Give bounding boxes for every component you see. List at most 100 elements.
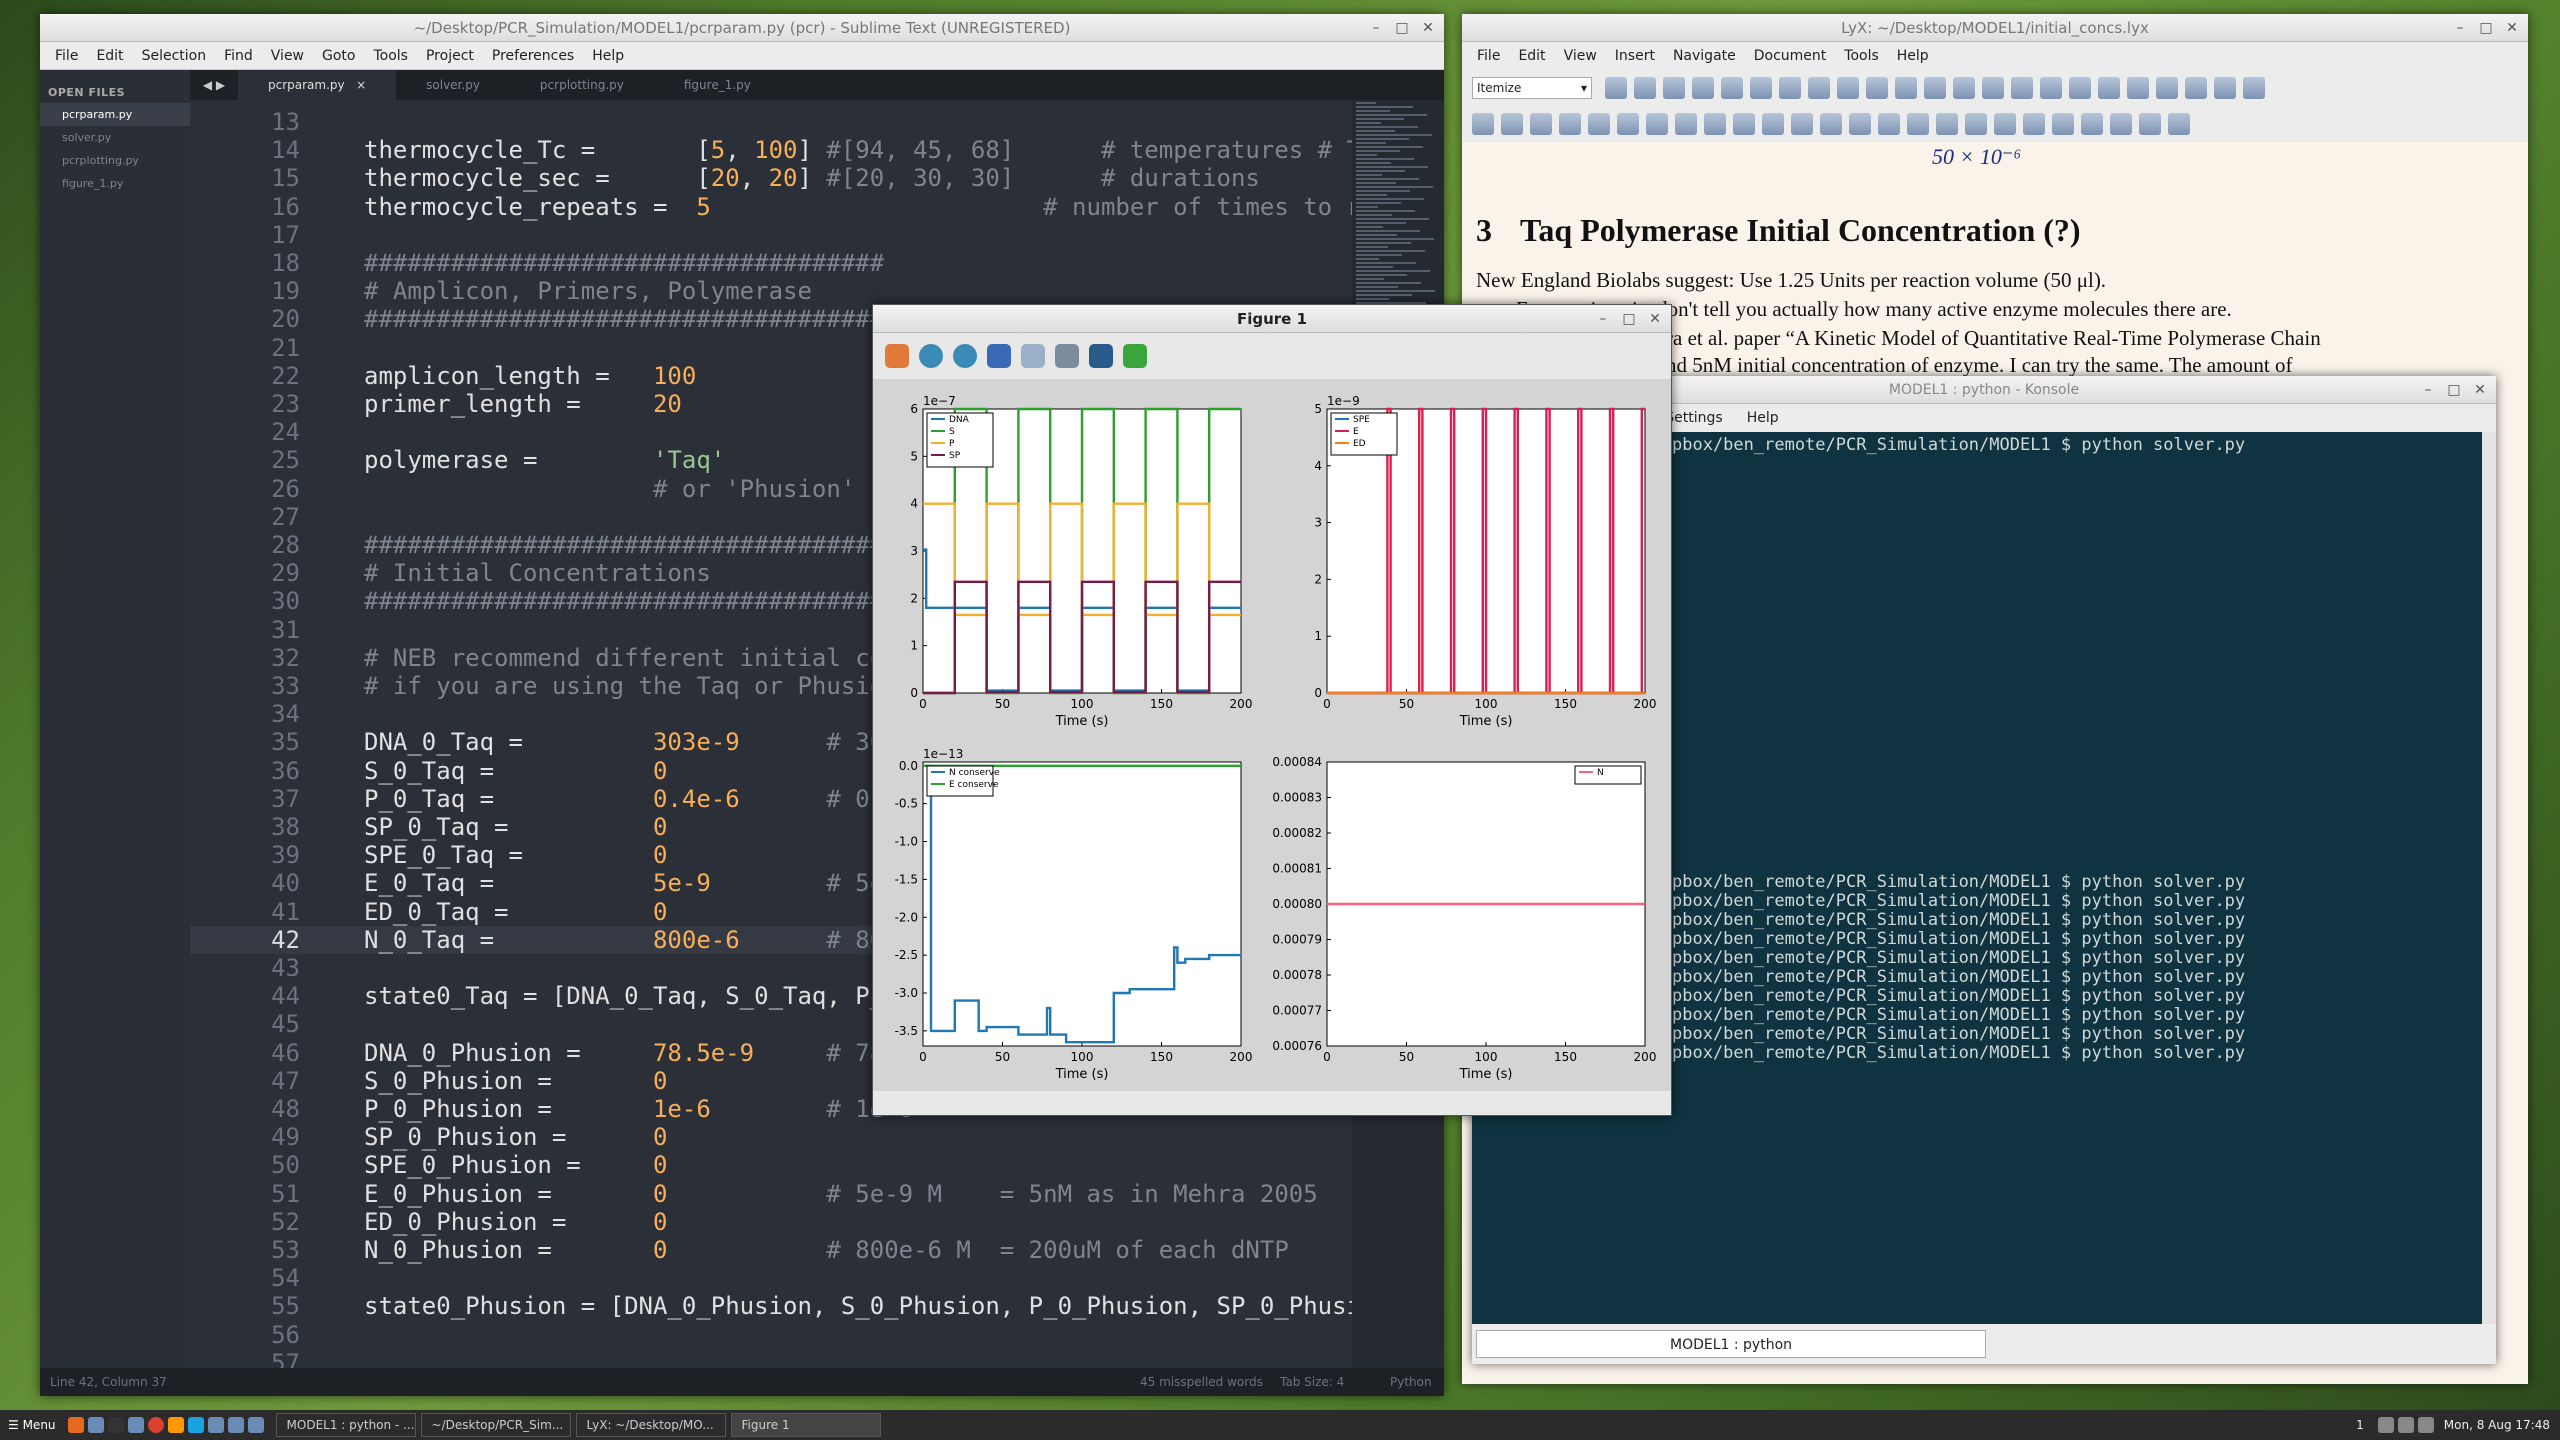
terminal-scrollbar[interactable] [2482, 432, 2496, 1324]
files-icon[interactable] [87, 1417, 104, 1433]
maximize-icon[interactable]: □ [2476, 18, 2496, 38]
status-tabsize[interactable]: Tab Size: 4 [1280, 1375, 1390, 1389]
start-menu-button[interactable]: ☰ Menu [0, 1418, 64, 1432]
cut-icon[interactable] [1837, 77, 1859, 99]
code-line[interactable]: # Amplicon, Primers, Polymerase [364, 277, 812, 305]
code-line[interactable]: N_0_Phusion = 0 # 800e-6 M = 200uM of ea… [364, 1236, 1289, 1264]
tex-icon[interactable] [2110, 113, 2132, 135]
insert-icon[interactable] [2127, 77, 2149, 99]
code-line[interactable]: amplicon_length = 100 [364, 362, 696, 390]
code-line[interactable]: state0_Phusion = [DNA_0_Phusion, S_0_Phu… [364, 1292, 1433, 1320]
depth-icon[interactable] [1820, 113, 1842, 135]
enum-icon[interactable] [1733, 113, 1755, 135]
code-line[interactable]: primer_length = 20 [364, 390, 682, 418]
emph-icon[interactable] [2011, 77, 2033, 99]
app-icon[interactable] [247, 1417, 264, 1433]
sidebar-file[interactable]: solver.py [40, 126, 190, 149]
paragraph[interactable]: New England Biolabs suggest: Use 1.25 Un… [1476, 267, 2504, 294]
menu-tools[interactable]: Tools [364, 48, 417, 64]
home-icon[interactable] [885, 344, 909, 368]
paragraph-style-select[interactable]: Itemize ▾ [1472, 77, 1592, 99]
back-icon[interactable] [919, 344, 943, 368]
align-left-icon[interactable] [1675, 113, 1697, 135]
code-line[interactable]: ED_0_Taq = 0 [364, 898, 667, 926]
taskbar-task[interactable]: LyX: ~/Desktop/MO... [575, 1413, 726, 1437]
code-line[interactable]: P_0_Phusion = 1e-6 # 1e-6 [364, 1095, 913, 1123]
toggle-toc-icon[interactable] [2214, 77, 2236, 99]
code-line[interactable]: ED_0_Phusion = 0 [364, 1208, 667, 1236]
code-line[interactable]: # Initial Concentrations [364, 559, 711, 587]
code-line[interactable]: # if you are using the Taq or Phusion p [364, 672, 928, 700]
export-icon[interactable] [1721, 77, 1743, 99]
tab-figure1[interactable]: figure_1.py [654, 70, 781, 100]
code-line[interactable]: # NEB recommend different initial concs [364, 644, 928, 672]
figure-icon[interactable] [1849, 113, 1871, 135]
spellcheck-icon[interactable] [1750, 77, 1772, 99]
code-line[interactable]: # or 'Phusion' [364, 475, 855, 503]
menu-tools[interactable]: Tools [1835, 48, 1888, 64]
taskbar-task[interactable]: Figure 1 [730, 1413, 881, 1437]
open-icon[interactable] [1634, 77, 1656, 99]
workspace-indicator[interactable]: 1 [2346, 1418, 2374, 1432]
note-icon[interactable] [2052, 113, 2074, 135]
maximize-icon[interactable]: □ [1392, 18, 1412, 38]
find-icon[interactable] [1924, 77, 1946, 99]
menu-file[interactable]: File [46, 48, 87, 64]
indent-icon[interactable] [1762, 113, 1784, 135]
menu-file[interactable]: File [1468, 48, 1509, 64]
maximize-icon[interactable]: □ [2444, 380, 2464, 400]
navigate-icon[interactable] [2185, 77, 2207, 99]
citation-icon[interactable] [1965, 113, 1987, 135]
code-line[interactable]: #################################### [364, 587, 884, 615]
menu-document[interactable]: Document [1745, 48, 1836, 64]
paste-icon[interactable] [1895, 77, 1917, 99]
more-icon[interactable] [2168, 113, 2190, 135]
configure-icon[interactable] [1055, 344, 1079, 368]
noun-icon[interactable] [2040, 77, 2062, 99]
taskbar-task[interactable]: MODEL1 : python - ... [275, 1413, 416, 1437]
menu-edit[interactable]: Edit [87, 48, 132, 64]
zoom-icon[interactable] [1021, 344, 1045, 368]
menu-help[interactable]: Help [1888, 48, 1938, 64]
network-icon[interactable] [2377, 1417, 2394, 1433]
track-changes-icon[interactable] [1617, 113, 1639, 135]
pan-icon[interactable] [987, 344, 1011, 368]
taskbar-task[interactable]: ~/Desktop/PCR_Sim... [420, 1413, 571, 1437]
section-heading[interactable]: 3 Taq Polymerase Initial Concentration (?… [1476, 212, 2504, 249]
zoom-icon[interactable] [1953, 77, 1975, 99]
code-line[interactable]: S_0_Phusion = 0 [364, 1067, 667, 1095]
code-line[interactable]: DNA_0_Taq = 303e-9 # 303e- [364, 728, 928, 756]
close-icon[interactable]: ✕ [2470, 380, 2490, 400]
menu-goto[interactable]: Goto [313, 48, 364, 64]
code-line[interactable]: thermocycle_repeats = 5 # number of time… [364, 193, 1433, 221]
minimize-icon[interactable]: – [2450, 18, 2470, 38]
tab-pcrparam[interactable]: pcrparam.py × [238, 70, 397, 100]
copy-icon[interactable] [1866, 77, 1888, 99]
margin-note-icon[interactable] [2023, 113, 2045, 135]
tab-pcrplotting[interactable]: pcrplotting.py [510, 70, 654, 100]
export-pdf-icon[interactable] [1588, 113, 1610, 135]
table-icon[interactable] [2156, 77, 2178, 99]
figure-canvas[interactable]: 0 50 100 150 200 0 1 2 3 4 5 6 Time (s) 1e−7 DNA S P SP 0 5… [873, 379, 1671, 1093]
math-icon[interactable] [2098, 77, 2120, 99]
update-icon[interactable] [1501, 113, 1523, 135]
app-icon[interactable] [227, 1417, 244, 1433]
sidebar-file[interactable]: pcrplotting.py [40, 149, 190, 172]
code-line[interactable]: N_0_Taq = 800e-6 # 800e- [364, 926, 928, 954]
new-icon[interactable] [1605, 77, 1627, 99]
figure-titlebar[interactable]: Figure 1 [873, 305, 1671, 333]
view-pdf-icon[interactable] [1530, 113, 1552, 135]
code-line[interactable]: thermocycle_sec = [20, 20] #[20, 30, 30]… [364, 164, 1260, 192]
clip-icon[interactable] [2139, 113, 2161, 135]
toggle-source-icon[interactable] [2243, 77, 2265, 99]
menu-selection[interactable]: Selection [133, 48, 216, 64]
app-icon[interactable] [207, 1417, 224, 1433]
label-icon[interactable] [1907, 113, 1929, 135]
firefox-icon[interactable] [67, 1417, 84, 1433]
menu-navigate[interactable]: Navigate [1664, 48, 1745, 64]
table-insert-icon[interactable] [1878, 113, 1900, 135]
status-language[interactable]: Python [1390, 1375, 1432, 1389]
outdent-icon[interactable] [1791, 113, 1813, 135]
terminal-icon[interactable] [107, 1417, 124, 1433]
menu-help[interactable]: Help [583, 48, 633, 64]
